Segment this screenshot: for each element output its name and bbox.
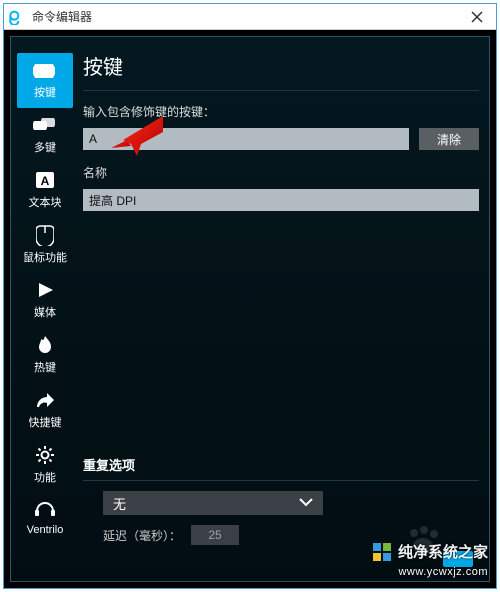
sidebar-item-label: 功能 (34, 469, 56, 485)
sidebar-item-label: 文本块 (29, 194, 62, 210)
delay-input[interactable] (191, 525, 239, 545)
sidebar-item-media[interactable]: 媒体 (17, 273, 73, 328)
sidebar: 按键 多键 A 文本块 鼠标功能 (15, 53, 75, 544)
windows-logo-icon (372, 542, 392, 562)
sidebar-item-mouse[interactable]: 鼠标功能 (17, 218, 73, 273)
sidebar-item-multikey[interactable]: 多键 (17, 108, 73, 163)
sidebar-item-label: 鼠标功能 (23, 249, 67, 265)
sidebar-item-label: 按键 (34, 84, 56, 100)
sidebar-item-textblock[interactable]: A 文本块 (17, 163, 73, 218)
sidebar-item-label: 快捷键 (29, 414, 62, 430)
sidebar-item-label: 多键 (34, 139, 56, 155)
close-button[interactable] (462, 5, 492, 29)
sidebar-item-label: 热键 (34, 359, 56, 375)
name-input[interactable] (83, 189, 479, 211)
sidebar-item-hotkey[interactable]: 热键 (17, 328, 73, 383)
key-input-row: 清除 (83, 128, 479, 150)
flame-icon (31, 334, 59, 356)
sidebar-item-shortcut[interactable]: 快捷键 (17, 383, 73, 438)
key-input-label: 输入包含修饰键的按键： (83, 103, 479, 120)
name-label: 名称 (83, 164, 479, 181)
sidebar-item-function[interactable]: 功能 (17, 438, 73, 493)
repeat-title: 重复选项 (83, 455, 479, 474)
clear-button[interactable]: 清除 (419, 128, 479, 150)
keystroke-icon (31, 59, 59, 81)
svg-text:A: A (41, 174, 50, 188)
delay-label: 延迟（毫秒）： (103, 527, 181, 544)
titlebar: 命令编辑器 (4, 4, 496, 30)
shortcut-arrow-icon (31, 389, 59, 411)
logitech-logo-icon (8, 8, 26, 26)
repeat-row: 无 (83, 491, 479, 515)
watermark: 纯净系统之家 (372, 541, 488, 562)
sidebar-item-label: Ventrilo (27, 524, 64, 536)
watermark-brand: 纯净系统之家 (398, 541, 488, 562)
page-title: 按键 (83, 51, 479, 80)
key-input[interactable] (83, 128, 409, 150)
watermark-url: www.ycwxjz.com (398, 566, 488, 578)
chevron-down-icon (299, 496, 313, 510)
sidebar-item-label: 媒体 (34, 304, 56, 320)
media-play-icon (31, 279, 59, 301)
window-title: 命令编辑器 (32, 8, 462, 25)
mouse-icon (31, 224, 59, 246)
divider (83, 480, 479, 481)
main-panel: 按键 输入包含修饰键的按键： 清除 名称 重复选项 无 (83, 51, 479, 571)
app-window: 命令编辑器 按键 多键 A 文本块 (3, 3, 497, 589)
content-frame: 按键 多键 A 文本块 鼠标功能 (10, 36, 490, 582)
repeat-dropdown[interactable]: 无 (103, 491, 323, 515)
textblock-icon: A (31, 169, 59, 191)
sidebar-item-keystroke[interactable]: 按键 (17, 53, 73, 108)
gear-icon (31, 444, 59, 466)
dropdown-selected: 无 (113, 494, 126, 513)
multikey-icon (31, 114, 59, 136)
divider (83, 90, 479, 91)
sidebar-item-ventrilo[interactable]: Ventrilo (17, 493, 73, 544)
headset-icon (31, 499, 59, 521)
